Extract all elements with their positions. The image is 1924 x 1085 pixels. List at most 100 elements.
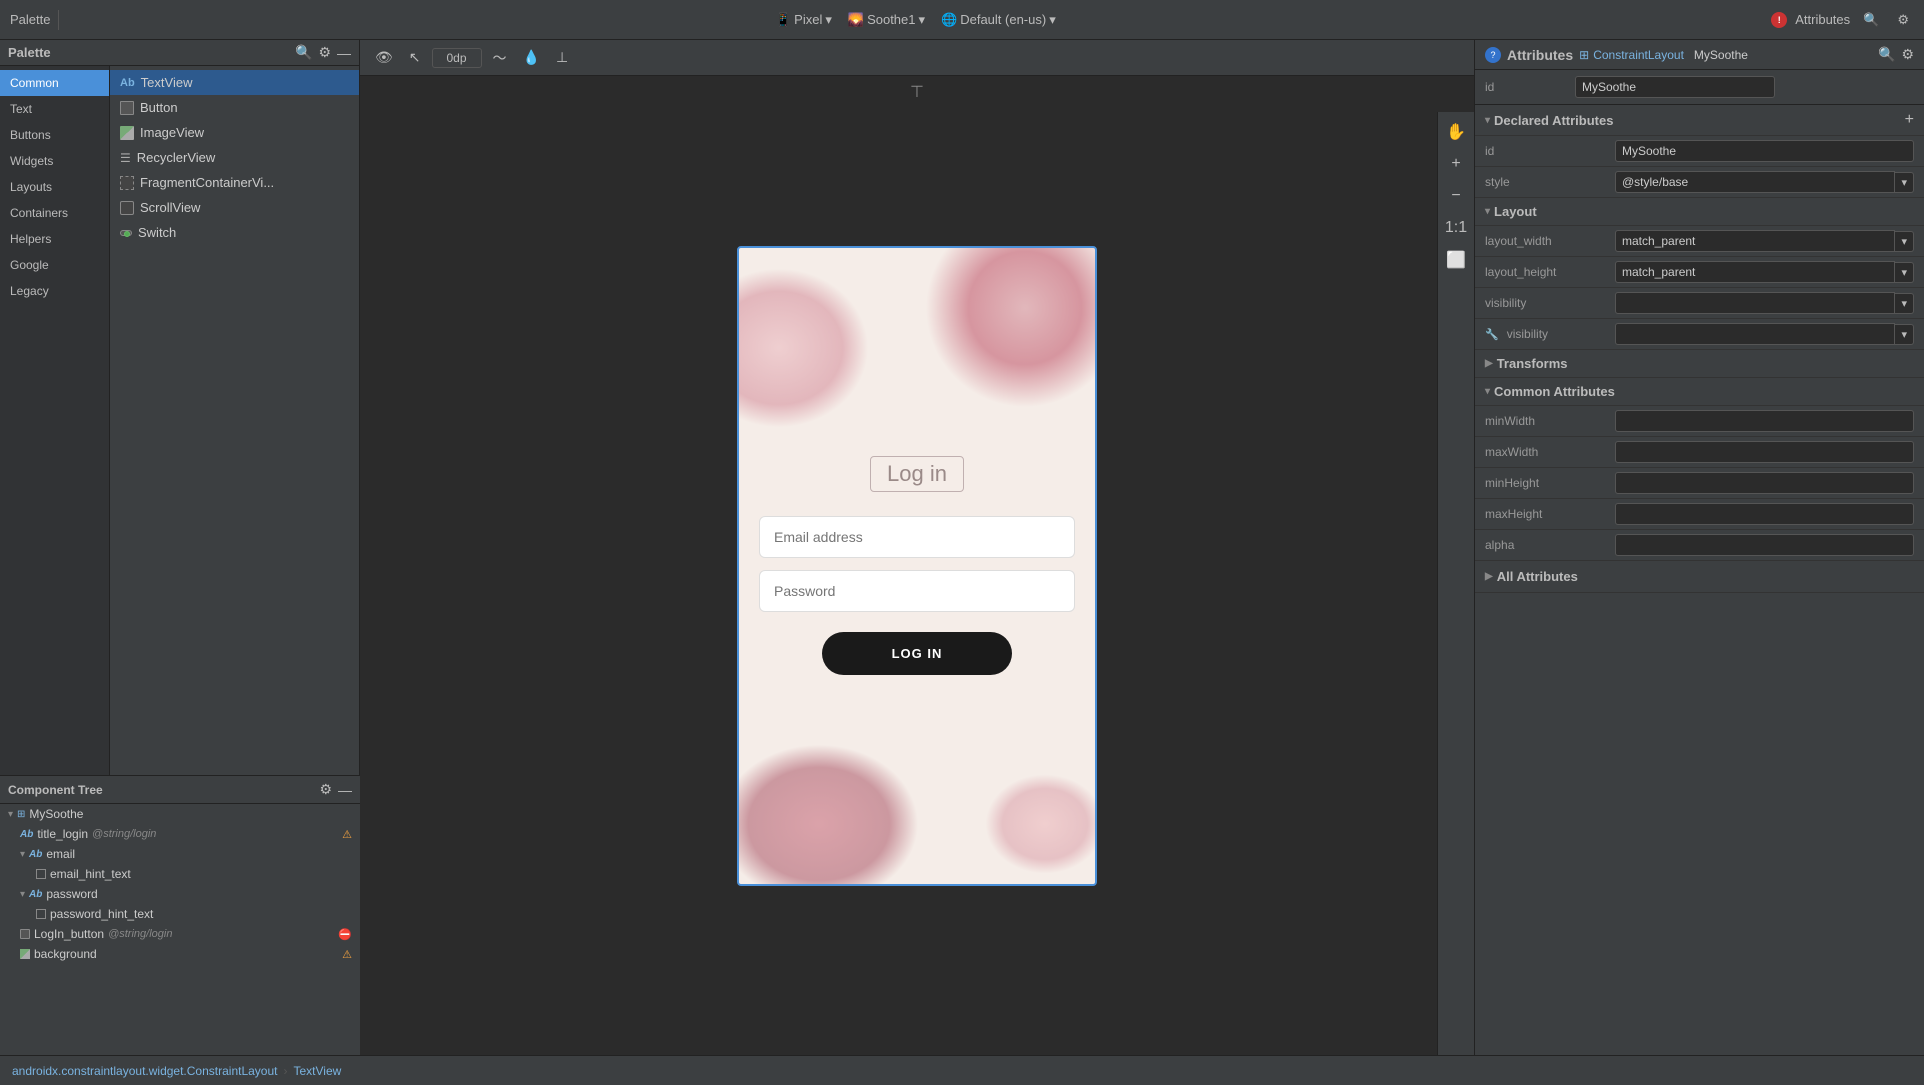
sidebar-item-text[interactable]: Text xyxy=(0,96,109,122)
style-dropdown-btn[interactable]: ▾ xyxy=(1895,172,1914,193)
sidebar-item-google[interactable]: Google xyxy=(0,252,109,278)
component-name-label: MySoothe xyxy=(1694,48,1748,62)
layout-width-dropdown[interactable]: ▾ xyxy=(1895,231,1914,252)
tree-item-title-login[interactable]: Ab title_login @string/login ⚠ xyxy=(0,824,360,844)
breadcrumb-widget[interactable]: androidx.constraintlayout.widget.Constra… xyxy=(12,1064,278,1078)
tree-item-password[interactable]: ▾ Ab password xyxy=(0,884,360,904)
declared-section-header[interactable]: ▾ Declared Attributes + xyxy=(1475,105,1924,136)
declared-id-input[interactable] xyxy=(1615,140,1914,162)
palette-item-fragmentcontainer[interactable]: FragmentContainerVi... xyxy=(110,170,359,195)
visibility-tool-dropdown[interactable]: ▾ xyxy=(1895,324,1914,345)
visibility-dropdown[interactable]: ▾ xyxy=(1895,293,1914,314)
id-input[interactable] xyxy=(1575,76,1775,98)
top-bar-left: Palette xyxy=(10,10,59,30)
declared-id-value xyxy=(1615,140,1914,162)
gear-btn-right[interactable]: ⚙ xyxy=(1892,10,1914,30)
breadcrumb-sep: › xyxy=(284,1064,288,1078)
layout-height-label: layout_height xyxy=(1485,265,1605,279)
hand-tool-btn[interactable]: ✋ xyxy=(1442,118,1470,146)
search-btn-right[interactable]: 🔍 xyxy=(1858,10,1884,30)
login-btn-preview: LOG IN xyxy=(822,632,1012,675)
tree-item-login-button[interactable]: LogIn_button @string/login ⛔ xyxy=(0,924,360,944)
attr-search-btn[interactable]: 🔍 xyxy=(1878,46,1895,63)
side-tools: ✋ + − 1:1 ⬜ xyxy=(1437,112,1474,1055)
visibility-tool-input[interactable] xyxy=(1615,323,1895,345)
login-button-label: LogIn_button xyxy=(34,927,104,941)
tree-item-background[interactable]: background ⚠ xyxy=(0,944,360,964)
sidebar-item-buttons[interactable]: Buttons xyxy=(0,122,109,148)
minwidth-row: minWidth xyxy=(1475,406,1924,437)
palette-search-btn[interactable]: 🔍 xyxy=(295,44,312,61)
palette-item-button[interactable]: Button xyxy=(110,95,359,120)
layout-height-value: ▾ xyxy=(1615,261,1914,283)
layout-width-input[interactable] xyxy=(1615,230,1895,252)
layout-height-select-wrapper: ▾ xyxy=(1615,261,1914,283)
wave-btn[interactable]: 〜 xyxy=(488,46,512,70)
palette-header: Palette 🔍 ⚙ — xyxy=(0,40,359,66)
sidebar-item-widgets[interactable]: Widgets xyxy=(0,148,109,174)
minwidth-input[interactable] xyxy=(1615,410,1914,432)
palette-close-btn[interactable]: — xyxy=(337,44,351,61)
tree-item-mysoothe[interactable]: ▾ ⊞ MySoothe xyxy=(0,804,360,824)
sidebar-item-containers[interactable]: Containers xyxy=(0,200,109,226)
palette-item-scrollview[interactable]: ScrollView xyxy=(110,195,359,220)
align-btn[interactable]: ⊥ xyxy=(551,47,573,68)
maxwidth-input[interactable] xyxy=(1615,441,1914,463)
phone-title: Log in xyxy=(870,456,964,492)
tree-gear-btn[interactable]: ⚙ xyxy=(319,781,332,798)
device-dropdown-btn[interactable]: 📱 Pixel ▾ xyxy=(770,10,837,30)
fragmentcontainer-label: FragmentContainerVi... xyxy=(140,175,274,190)
sidebar-item-helpers[interactable]: Helpers xyxy=(0,226,109,252)
locale-dropdown-btn[interactable]: 🌐 Default (en-us) ▾ xyxy=(936,10,1061,30)
palette-gear-btn[interactable]: ⚙ xyxy=(318,44,331,61)
declared-add-btn[interactable]: + xyxy=(1905,111,1914,129)
all-attrs-header[interactable]: ▶ All Attributes xyxy=(1475,561,1924,593)
pointer-btn[interactable]: ↖ xyxy=(404,47,426,68)
fit-btn[interactable]: 1:1 xyxy=(1442,214,1470,242)
email-hint-icon xyxy=(36,869,46,879)
palette-item-recyclerview[interactable]: ☰ RecyclerView xyxy=(110,145,359,170)
background-label: background xyxy=(34,947,97,961)
palette-item-imageview[interactable]: ImageView xyxy=(110,120,359,145)
transforms-section-title: Transforms xyxy=(1497,356,1568,371)
recyclerview-label: RecyclerView xyxy=(137,150,216,165)
palette-item-switch[interactable]: Switch xyxy=(110,220,359,245)
zoom-out-btn[interactable]: − xyxy=(1442,182,1470,210)
breadcrumb-view[interactable]: TextView xyxy=(294,1064,342,1078)
sidebar-item-layouts[interactable]: Layouts xyxy=(0,174,109,200)
minwidth-value xyxy=(1615,410,1914,432)
palette-list: Ab TextView Button ImageView ☰ RecyclerV… xyxy=(110,66,359,775)
maxwidth-row: maxWidth xyxy=(1475,437,1924,468)
soothe-label: Soothe1 xyxy=(867,12,915,27)
tree-item-email[interactable]: ▾ Ab email xyxy=(0,844,360,864)
theme-dropdown-btn[interactable]: 🌄 Soothe1 ▾ xyxy=(843,10,930,30)
maxwidth-value xyxy=(1615,441,1914,463)
style-input[interactable] xyxy=(1615,171,1895,193)
palette-item-textview[interactable]: Ab TextView xyxy=(110,70,359,95)
sidebar-item-legacy[interactable]: Legacy xyxy=(0,278,109,304)
attr-gear-btn[interactable]: ⚙ xyxy=(1901,46,1914,63)
collapse-layout-icon: ▾ xyxy=(1485,206,1490,217)
chevron-mysoothe: ▾ xyxy=(8,809,13,820)
transforms-section-header[interactable]: ▶ Transforms xyxy=(1475,350,1924,378)
layout-section-header[interactable]: ▾ Layout xyxy=(1475,198,1924,226)
eyedrop-btn[interactable]: 💧 xyxy=(518,47,545,68)
eye-toggle-btn[interactable]: 👁 xyxy=(370,47,398,68)
recyclerview-icon: ☰ xyxy=(120,151,131,165)
tree-item-email-hint[interactable]: email_hint_text xyxy=(0,864,360,884)
textview-icon: Ab xyxy=(120,77,135,89)
frame-btn[interactable]: ⬜ xyxy=(1442,246,1470,274)
layout-height-input[interactable] xyxy=(1615,261,1895,283)
layout-height-dropdown[interactable]: ▾ xyxy=(1895,262,1914,283)
zoom-in-btn[interactable]: + xyxy=(1442,150,1470,178)
dp-input[interactable] xyxy=(432,48,482,68)
tree-item-password-hint[interactable]: password_hint_text xyxy=(0,904,360,924)
sidebar-item-common[interactable]: Common xyxy=(0,70,109,96)
error-badge: ! xyxy=(1771,12,1787,28)
alpha-input[interactable] xyxy=(1615,534,1914,556)
common-section-header[interactable]: ▾ Common Attributes xyxy=(1475,378,1924,406)
maxheight-input[interactable] xyxy=(1615,503,1914,525)
minheight-input[interactable] xyxy=(1615,472,1914,494)
tree-close-btn[interactable]: — xyxy=(338,781,352,798)
visibility-input[interactable] xyxy=(1615,292,1895,314)
